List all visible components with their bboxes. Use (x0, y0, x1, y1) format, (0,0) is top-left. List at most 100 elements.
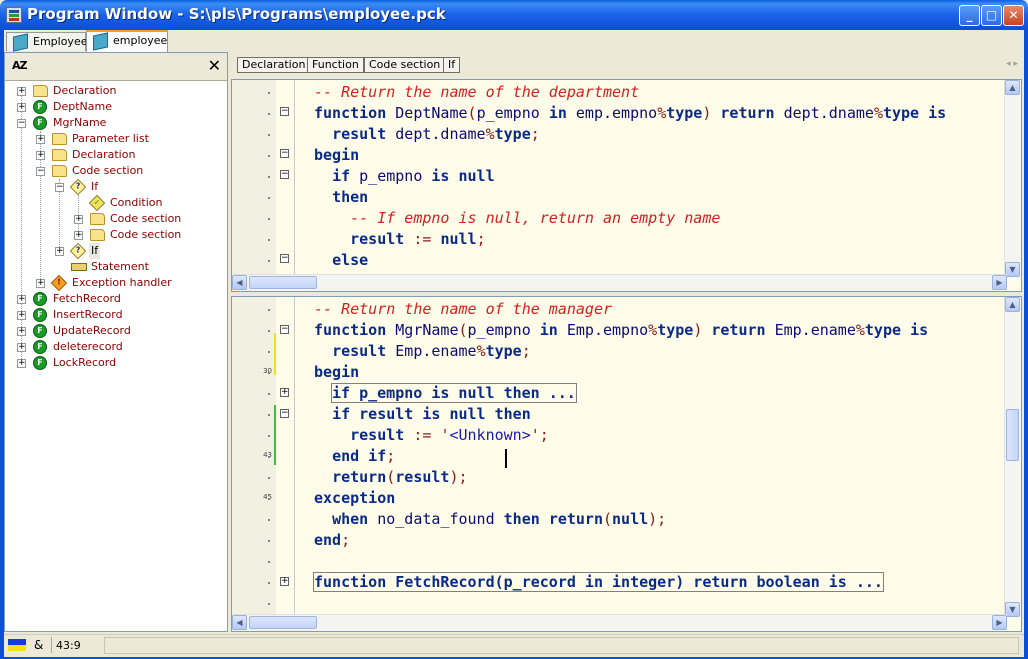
expand-icon[interactable]: + (36, 279, 45, 288)
code-line[interactable]: begin (314, 145, 359, 166)
code-line[interactable]: end; (314, 530, 350, 551)
expand-icon[interactable]: + (36, 151, 45, 160)
expand-icon[interactable]: + (17, 295, 26, 304)
function-icon: F (33, 292, 47, 306)
fold-collapse-icon[interactable]: − (280, 107, 289, 116)
code-token: exception (314, 489, 396, 507)
collapse-icon[interactable]: − (55, 183, 64, 192)
code-token: ); (449, 468, 468, 486)
expand-icon[interactable]: + (55, 247, 64, 256)
scroll-up-icon[interactable]: ▲ (1005, 297, 1020, 312)
sort-alphabetical-icon[interactable]: AZ (12, 59, 27, 72)
tree-node-label: Declaration (72, 148, 136, 161)
code-line[interactable]: if p_empno is null then ... (331, 383, 577, 404)
fold-collapse-icon[interactable]: − (280, 170, 289, 179)
close-tree-icon[interactable]: ✕ (208, 56, 221, 75)
horizontal-scrollbar[interactable]: ◀ ▶ (232, 274, 1007, 291)
tree-node-label: LockRecord (53, 356, 117, 369)
code-line[interactable]: function DeptName(p_empno in emp.empno%t… (314, 103, 946, 124)
horizontal-scroll-thumb[interactable] (249, 276, 317, 289)
editor-top[interactable]: -- Return the name of the department func… (231, 79, 1022, 292)
code-token: function (314, 104, 387, 122)
editor-bottom[interactable]: 30 43 45 -- Return the name of the manag… (231, 296, 1022, 632)
code-line[interactable]: -- Return the name of the manager (314, 299, 612, 320)
tab-employee-spec[interactable]: Employee (6, 32, 87, 52)
fold-expand-icon[interactable]: + (280, 388, 289, 397)
scroll-left-icon[interactable]: ◀ (232, 275, 247, 290)
nav-function-button[interactable]: Function (307, 57, 364, 73)
code-line[interactable]: exception (314, 488, 395, 509)
horizontal-scrollbar[interactable]: ◀ ▶ (232, 614, 1007, 631)
scroll-down-icon[interactable]: ▼ (1005, 602, 1020, 617)
vertical-scrollbar[interactable]: ▲ ▼ (1004, 297, 1021, 617)
code-line[interactable]: end if; (314, 446, 395, 467)
gutter-dot (268, 372, 270, 374)
vertical-scrollbar[interactable]: ▲ ▼ (1004, 80, 1021, 277)
code-line[interactable]: else (314, 250, 368, 271)
fold-collapse-icon[interactable]: − (280, 409, 289, 418)
expand-icon[interactable]: + (17, 359, 26, 368)
collapse-icon[interactable]: − (36, 167, 45, 176)
code-token: dept.dname (774, 104, 874, 122)
scroll-down-icon[interactable]: ▼ (1005, 262, 1020, 277)
expand-icon[interactable]: + (17, 87, 26, 96)
code-line[interactable]: -- If empno is null, return an empty nam… (314, 208, 720, 229)
app-icon[interactable] (6, 7, 22, 23)
expand-icon[interactable]: + (36, 135, 45, 144)
gutter-dot (268, 435, 270, 437)
vertical-scroll-thumb[interactable] (1006, 409, 1019, 461)
horizontal-scroll-thumb[interactable] (249, 616, 317, 629)
scroll-right-icon[interactable]: ▶ (992, 615, 1007, 630)
maximize-button[interactable]: □ (981, 5, 1002, 26)
code-line[interactable]: begin (314, 362, 359, 383)
tree-node-label: Exception handler (72, 276, 172, 289)
expand-icon[interactable]: + (74, 231, 83, 240)
gutter-dot (268, 393, 270, 395)
expand-icon[interactable]: + (17, 327, 26, 336)
expand-icon[interactable]: + (74, 215, 83, 224)
code-line[interactable]: then (314, 187, 368, 208)
minimize-button[interactable]: _ (959, 5, 980, 26)
close-button[interactable]: ✕ (1003, 5, 1024, 26)
scroll-arrows-icon[interactable]: ◂ ▸ (1006, 59, 1018, 69)
expand-icon[interactable]: + (17, 343, 26, 352)
code-line[interactable]: if result is null then (314, 404, 531, 425)
title-bar[interactable]: Program Window - S:\pls\Programs\employe… (0, 0, 1028, 30)
code-token: else (332, 251, 369, 269)
scroll-up-icon[interactable]: ▲ (1005, 80, 1020, 95)
function-icon: F (33, 340, 47, 354)
scroll-left-icon[interactable]: ◀ (232, 615, 247, 630)
code-token: Emp.ename (386, 342, 477, 360)
code-line[interactable]: result := null; (314, 229, 485, 250)
function-icon: F (33, 356, 47, 370)
code-line[interactable]: if p_empno is null (314, 166, 495, 187)
code-area[interactable]: -- Return the name of the department func… (232, 80, 1005, 275)
code-area[interactable]: -- Return the name of the manager functio… (232, 297, 1005, 615)
code-line[interactable]: -- Return the name of the department (314, 82, 639, 103)
code-line[interactable]: function MgrName(p_empno in Emp.empno%ty… (314, 320, 928, 341)
expand-icon[interactable]: + (17, 311, 26, 320)
code-line[interactable]: result dept.dname%type; (314, 124, 540, 145)
tab-employee-body[interactable]: employee (86, 30, 168, 52)
gutter-dot (268, 498, 270, 500)
code-line[interactable]: return(result); (314, 467, 468, 488)
code-line[interactable]: result Emp.ename%type; (314, 341, 531, 362)
fold-collapse-icon[interactable]: − (280, 325, 289, 334)
fold-collapse-icon[interactable]: − (280, 254, 289, 263)
fold-expand-icon[interactable]: + (280, 577, 289, 586)
code-line[interactable]: result := '<Unknown>'; (314, 425, 549, 446)
scroll-right-icon[interactable]: ▶ (992, 275, 1007, 290)
fold-collapse-icon[interactable]: − (280, 149, 289, 158)
code-token: result (332, 125, 387, 143)
collapse-icon[interactable]: − (17, 119, 26, 128)
nav-declaration-button[interactable]: Declaration (237, 57, 311, 73)
code-line[interactable]: function FetchRecord(p_record in integer… (313, 572, 884, 593)
code-line[interactable]: when no_data_found then return(null); (314, 509, 666, 530)
maximize-icon: □ (985, 8, 998, 22)
nav-if-button[interactable]: If (443, 57, 461, 73)
expand-icon[interactable]: + (17, 103, 26, 112)
nav-code-section-button[interactable]: Code section (364, 57, 446, 73)
